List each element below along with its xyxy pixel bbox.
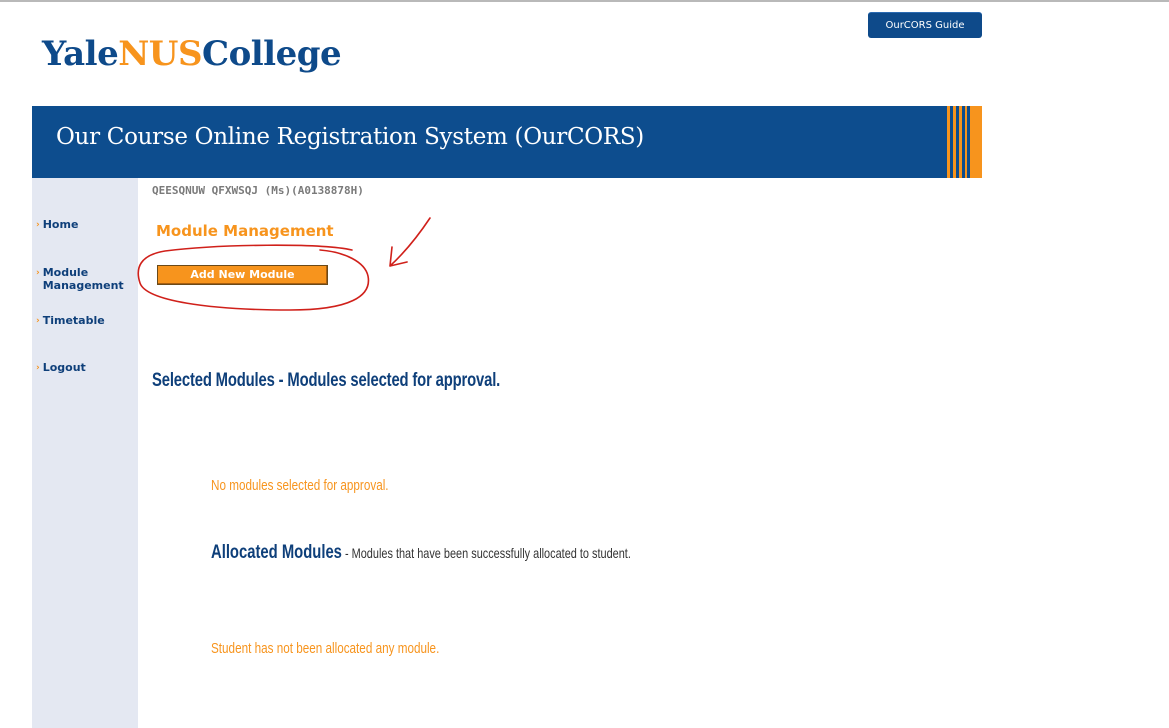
red-arrow-annotation xyxy=(389,217,431,267)
sidebar-item-module-management[interactable]: › Module Management xyxy=(36,266,133,292)
system-title: Our Course Online Registration System (O… xyxy=(56,124,644,150)
ourcors-guide-button[interactable]: OurCORS Guide xyxy=(868,12,982,38)
sidebar-item-logout[interactable]: › Logout xyxy=(36,361,86,375)
chevron-right-icon: › xyxy=(36,316,40,326)
logo-part-college: College xyxy=(202,34,342,74)
top-divider xyxy=(0,0,1169,2)
header-banner: Our Course Online Registration System (O… xyxy=(32,106,982,178)
chevron-right-icon: › xyxy=(36,268,40,278)
logo-part-yale: Yale xyxy=(42,34,119,74)
allocated-empty-message: Student has not been allocated any modul… xyxy=(211,640,440,657)
sidebar-item-home[interactable]: › Home xyxy=(36,218,78,232)
logo-part-nus: NUS xyxy=(118,34,203,74)
chevron-right-icon: › xyxy=(36,363,40,373)
chevron-right-icon: › xyxy=(36,220,40,230)
sidebar: › Home › Module Management › Timetable › Log… xyxy=(32,178,138,728)
banner-stripes-decoration xyxy=(946,106,982,178)
allocated-modules-title: Allocated Modules xyxy=(211,542,342,563)
yale-nus-logo[interactable]: YaleNUSCollege xyxy=(42,30,342,78)
allocated-modules-description: - Modules that have been successfully al… xyxy=(341,545,631,561)
selected-modules-heading: Selected Modules - Modules selected for … xyxy=(152,370,501,391)
allocated-modules-heading: Allocated Modules - Modules that have be… xyxy=(211,542,631,564)
sidebar-item-timetable[interactable]: › Timetable xyxy=(36,314,105,328)
add-new-module-button[interactable]: Add New Module xyxy=(157,265,328,285)
selected-empty-message: No modules selected for approval. xyxy=(211,477,389,494)
student-info: QEESQNUW QFXWSQJ (Ms)(A0138878H) xyxy=(152,184,364,197)
page-title: Module Management xyxy=(156,222,334,240)
